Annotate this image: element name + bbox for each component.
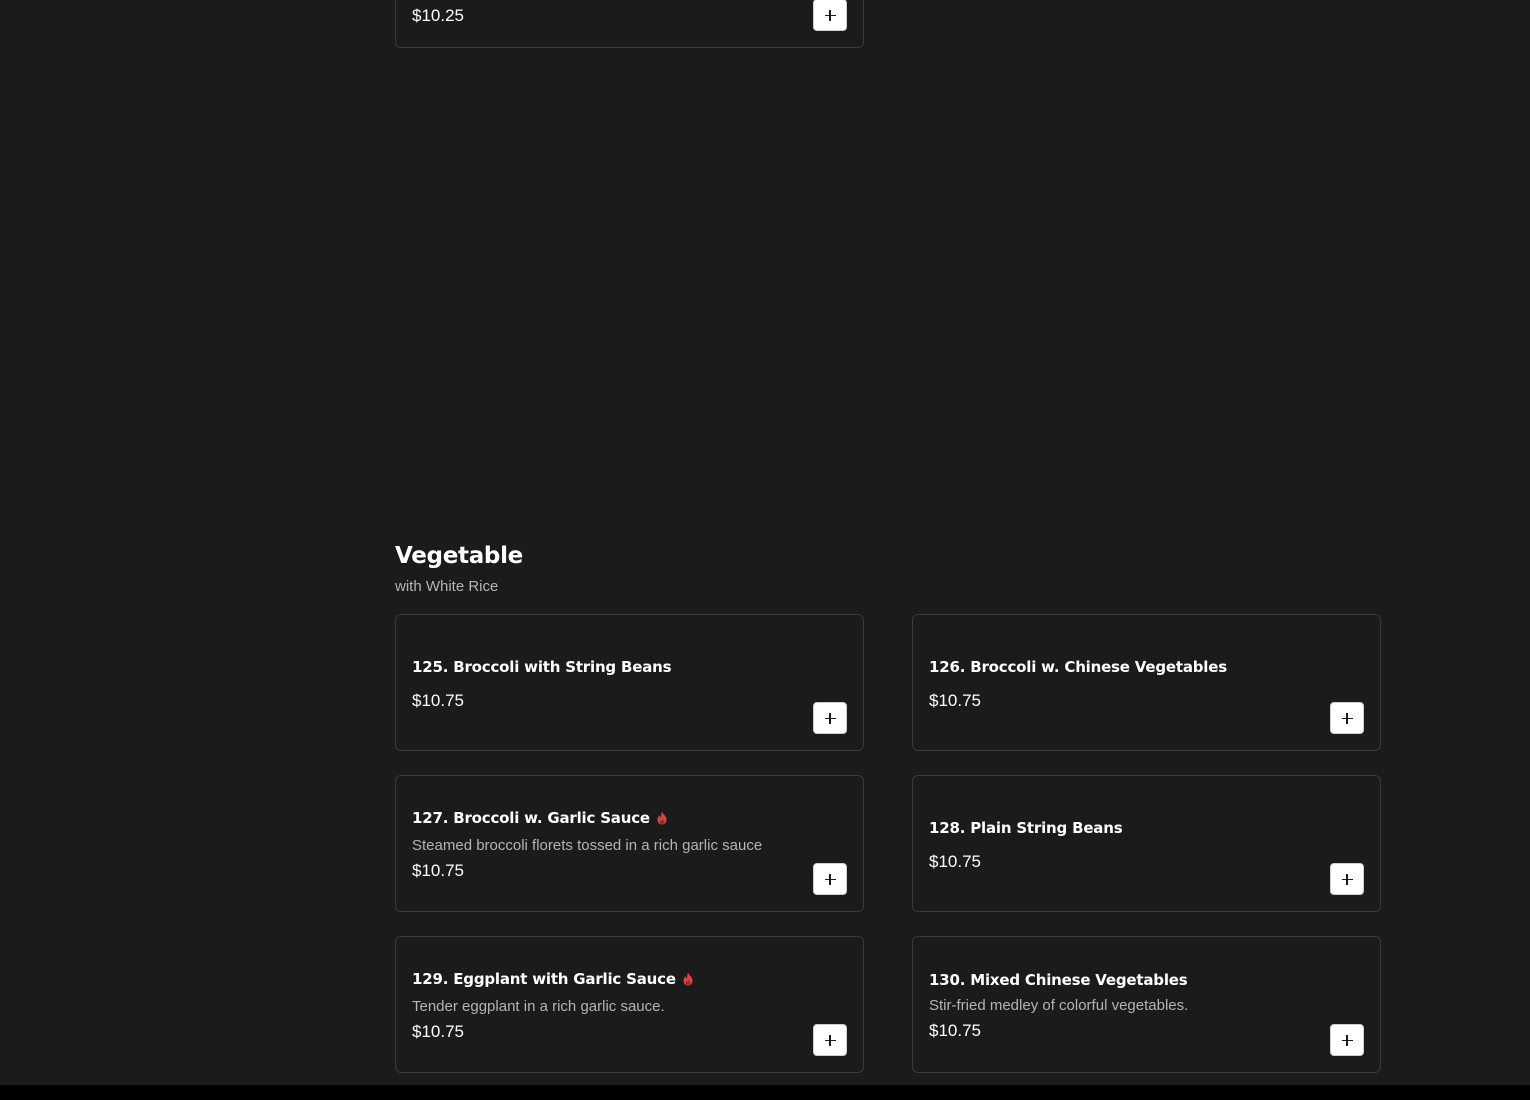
add-item-button[interactable]: [813, 863, 847, 895]
add-item-button[interactable]: [813, 0, 847, 31]
item-title: 128. Plain String Beans: [929, 819, 1123, 837]
menu-item-card[interactable]: 125. Broccoli with String Beans $10.75: [395, 614, 864, 751]
add-item-button[interactable]: [813, 702, 847, 734]
add-item-button[interactable]: [1330, 702, 1364, 734]
menu-item-card[interactable]: 127. Broccoli w. Garlic Sauce Steamed br…: [395, 775, 864, 912]
plus-icon: [824, 712, 836, 724]
item-title-text: 128. Plain String Beans: [929, 819, 1123, 837]
bottom-bar: [0, 1085, 1530, 1100]
flame-icon: [657, 811, 667, 825]
menu-item-card-previous: $10.25: [395, 0, 864, 48]
add-item-button[interactable]: [1330, 1024, 1364, 1056]
flame-icon: [683, 972, 693, 986]
item-price: $10.75: [929, 1021, 981, 1040]
plus-icon: [824, 9, 836, 21]
section-title: Vegetable: [395, 543, 523, 569]
item-title: 126. Broccoli w. Chinese Vegetables: [929, 658, 1227, 676]
item-price: $10.75: [412, 861, 464, 880]
plus-icon: [824, 1034, 836, 1046]
item-title: 129. Eggplant with Garlic Sauce: [412, 970, 694, 988]
plus-icon: [1341, 873, 1353, 885]
item-price: $10.75: [929, 852, 981, 871]
menu-item-card[interactable]: 130. Mixed Chinese Vegetables Stir-fried…: [912, 936, 1381, 1073]
item-title-text: 129. Eggplant with Garlic Sauce: [412, 970, 676, 988]
item-price: $10.75: [929, 691, 981, 710]
item-price: $10.75: [412, 691, 464, 710]
item-title-text: 125. Broccoli with String Beans: [412, 658, 672, 676]
plus-icon: [1341, 712, 1353, 724]
item-title: 125. Broccoli with String Beans: [412, 658, 672, 676]
item-title-text: 126. Broccoli w. Chinese Vegetables: [929, 658, 1227, 676]
item-title: 127. Broccoli w. Garlic Sauce: [412, 809, 668, 827]
item-price: $10.75: [412, 1022, 464, 1041]
item-price: $10.25: [412, 6, 464, 25]
item-description: Stir-fried medley of colorful vegetables…: [929, 997, 1189, 1014]
add-item-button[interactable]: [813, 1024, 847, 1056]
plus-icon: [1341, 1034, 1353, 1046]
add-item-button[interactable]: [1330, 863, 1364, 895]
item-title: 130. Mixed Chinese Vegetables: [929, 971, 1188, 989]
item-description: Steamed broccoli florets tossed in a ric…: [412, 837, 763, 854]
menu-item-card[interactable]: 128. Plain String Beans $10.75: [912, 775, 1381, 912]
section-subtitle: with White Rice: [395, 578, 499, 595]
item-title-text: 127. Broccoli w. Garlic Sauce: [412, 809, 650, 827]
menu-page: $10.25 Vegetable with White Rice 125. Br…: [0, 0, 1530, 1100]
item-title-text: 130. Mixed Chinese Vegetables: [929, 971, 1188, 989]
item-description: Tender eggplant in a rich garlic sauce.: [412, 998, 665, 1015]
menu-item-card[interactable]: 129. Eggplant with Garlic Sauce Tender e…: [395, 936, 864, 1073]
plus-icon: [824, 873, 836, 885]
menu-item-card[interactable]: 126. Broccoli w. Chinese Vegetables $10.…: [912, 614, 1381, 751]
